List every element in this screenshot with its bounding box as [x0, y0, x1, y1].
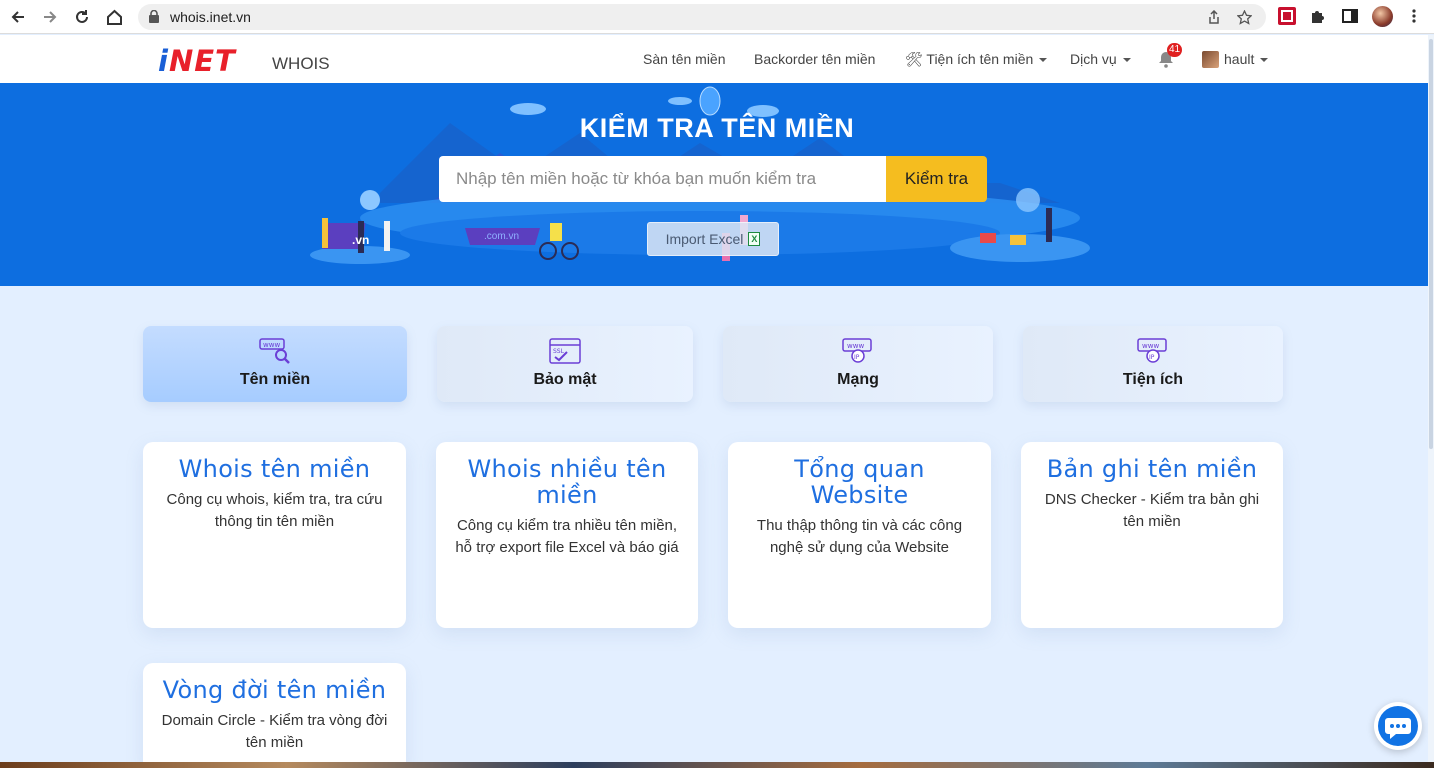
username: hault — [1224, 51, 1255, 67]
category-label: Mạng — [837, 371, 879, 388]
tool-card-domain-lifecycle[interactable]: Vòng đời tên miền Domain Circle - Kiểm t… — [143, 663, 406, 768]
tool-card-website-overview[interactable]: Tổng quan Website Thu thập thông tin và … — [728, 442, 991, 628]
tool-card-dns-records[interactable]: Bản ghi tên miền DNS Checker - Kiểm tra … — [1021, 442, 1283, 628]
category-mang[interactable]: www IP Mạng — [723, 326, 993, 402]
menu-label: 🛠 Tiện ích tên miền — [905, 51, 1034, 67]
svg-text:www: www — [1142, 342, 1159, 350]
menu-label: Backorder tên miền — [754, 51, 876, 67]
puzzle-extensions-icon[interactable] — [1309, 7, 1327, 25]
card-title[interactable]: Whois nhiều tên miền — [436, 456, 698, 508]
bookmark-star-icon[interactable] — [1236, 9, 1252, 25]
category-label: Bảo mật — [533, 371, 597, 388]
tool-card-bulk-whois[interactable]: Whois nhiều tên miền Công cụ kiểm tra nh… — [436, 442, 698, 628]
chevron-down-icon — [1122, 58, 1131, 63]
logo-i: i — [158, 44, 169, 78]
home-icon[interactable] — [104, 7, 124, 27]
section-label: WHOIS — [272, 54, 330, 73]
chat-widget-button[interactable] — [1374, 702, 1422, 750]
page-scrollbar[interactable] — [1428, 35, 1434, 768]
share-icon[interactable] — [1206, 9, 1222, 25]
scrollbar-thumb[interactable] — [1429, 39, 1433, 449]
lock-icon — [149, 10, 159, 23]
www-search-icon: www — [259, 338, 290, 364]
browser-toolbar: whois.inet.vn — [0, 0, 1434, 34]
category-label: Tên miền — [239, 371, 311, 388]
category-tien-ich[interactable]: www IP Tiện ích — [1023, 326, 1283, 402]
card-description: Công cụ whois, kiểm tra, tra cứu thông t… — [166, 491, 383, 530]
menu-tien-ich[interactable]: 🛠 Tiện ích tên miền — [905, 51, 1048, 68]
card-description: Thu thập thông tin và các công nghệ sử d… — [756, 517, 963, 556]
svg-text:IP: IP — [1149, 354, 1155, 361]
www-ip-icon: www IP — [1137, 338, 1167, 363]
back-arrow-icon[interactable] — [8, 7, 28, 27]
card-description: Domain Circle - Kiểm tra vòng đời tên mi… — [161, 712, 388, 751]
user-avatar[interactable] — [1202, 51, 1219, 68]
site-header: iNET WHOIS Sàn tên miền Backorder tên mi… — [0, 35, 1434, 83]
menu-san-ten-mien[interactable]: Sàn tên miền — [643, 51, 726, 67]
address-bar[interactable]: whois.inet.vn — [138, 4, 1266, 30]
domain-search-field[interactable] — [439, 156, 887, 202]
check-button[interactable]: Kiểm tra — [886, 156, 987, 202]
category-label: Tiện ích — [1122, 371, 1184, 388]
excel-file-icon: X — [748, 232, 761, 246]
menu-backorder[interactable]: Backorder tên miền — [754, 51, 875, 67]
chevron-down-icon — [1260, 58, 1269, 63]
chevron-down-icon — [1039, 58, 1048, 63]
extension-red-icon[interactable] — [1278, 7, 1296, 25]
vn-sign-text: .vn — [352, 233, 370, 247]
category-bao-mat[interactable]: SSL Bảo mật — [437, 326, 693, 402]
reload-icon[interactable] — [72, 7, 92, 27]
card-description: DNS Checker - Kiểm tra bản ghi tên miền — [1044, 491, 1260, 530]
svg-text:www: www — [847, 342, 864, 350]
forward-arrow-icon[interactable] — [40, 7, 60, 27]
category-ten-mien[interactable]: www Tên miền — [143, 326, 407, 402]
url-text: whois.inet.vn — [170, 9, 251, 25]
card-title[interactable]: Tổng quan Website — [728, 456, 991, 508]
profile-avatar[interactable] — [1372, 6, 1393, 27]
domain-search-input[interactable] — [439, 156, 887, 202]
hero-banner: .vn .com.vn KIỂM TRA TÊN MIỀN Kiểm tra I… — [0, 83, 1434, 286]
inet-logo[interactable]: iNET — [158, 44, 236, 78]
side-panel-icon[interactable] — [1341, 7, 1359, 25]
browser-menu-icon[interactable] — [1405, 7, 1423, 25]
tool-card-whois[interactable]: Whois tên miền Công cụ whois, kiểm tra, … — [143, 442, 406, 628]
menu-label: Sàn tên miền — [643, 51, 726, 67]
logo-rest: NET — [168, 44, 236, 78]
desktop-dock-strip — [0, 762, 1434, 768]
www-ip-icon: www IP — [842, 338, 872, 363]
comvn-banner-text: .com.vn — [484, 231, 520, 242]
svg-text:IP: IP — [854, 354, 860, 361]
svg-text:SSL: SSL — [553, 348, 565, 355]
menu-dich-vu[interactable]: Dịch vụ — [1070, 51, 1131, 67]
chat-bubble-icon — [1378, 706, 1418, 746]
import-excel-button[interactable]: Import Excel X — [647, 222, 779, 256]
card-description: Công cụ kiểm tra nhiều tên miền, hỗ trợ … — [455, 517, 679, 556]
notification-badge: 41 — [1167, 43, 1183, 57]
menu-label: Dịch vụ — [1070, 51, 1117, 67]
import-excel-label: Import Excel — [665, 231, 744, 247]
card-title[interactable]: Whois tên miền — [143, 456, 406, 482]
hero-title: KIỂM TRA TÊN MIỀN — [579, 113, 855, 143]
user-menu[interactable]: hault — [1224, 51, 1269, 67]
ssl-icon: SSL — [549, 338, 581, 364]
svg-text:www: www — [263, 341, 280, 349]
card-title[interactable]: Vòng đời tên miền — [143, 677, 406, 703]
card-title[interactable]: Bản ghi tên miền — [1021, 456, 1283, 482]
